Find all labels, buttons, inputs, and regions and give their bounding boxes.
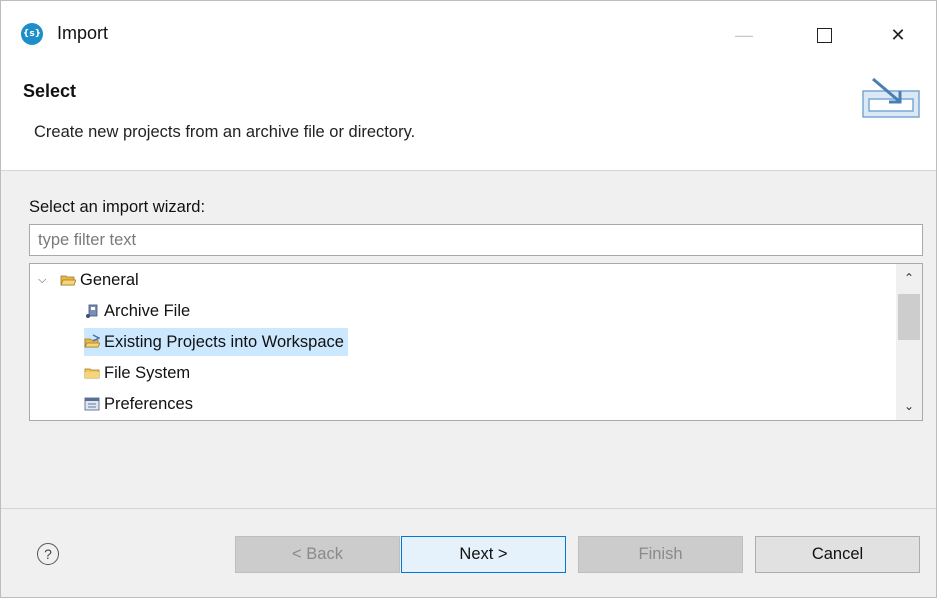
title-bar[interactable]: {s} Import — ✕ <box>1 1 936 63</box>
tree-item-label: Archive File <box>104 301 191 320</box>
maximize-icon <box>816 27 832 43</box>
close-button[interactable]: ✕ <box>875 15 921 55</box>
scroll-down-button[interactable]: ⌄ <box>896 392 922 420</box>
maximize-button[interactable] <box>801 15 847 55</box>
page-title: Select <box>23 81 77 101</box>
vertical-scrollbar[interactable]: ⌃ ⌄ <box>896 264 922 420</box>
help-button[interactable]: ? <box>37 543 59 565</box>
back-button[interactable]: < Back <box>235 536 400 573</box>
import-dialog: {s} Import — ✕ Select Create new project… <box>0 0 937 598</box>
tree-item-existing-projects[interactable]: Existing Projects into Workspace <box>84 328 348 356</box>
scroll-thumb[interactable] <box>898 294 920 340</box>
chevron-down-icon: ⌄ <box>903 399 915 413</box>
import-wizard-icon <box>862 77 920 118</box>
window-title: Import <box>57 23 109 43</box>
tree-group-label: General <box>80 270 139 289</box>
open-folder-icon <box>60 275 76 286</box>
tree-item-preferences[interactable]: Preferences <box>84 390 193 418</box>
chevron-down-icon[interactable]: ⌵ <box>38 274 52 287</box>
next-button[interactable]: Next > <box>401 536 566 573</box>
close-icon: ✕ <box>890 24 906 45</box>
tree-group-general[interactable]: ⌵ General <box>38 266 139 294</box>
page-description: Create new projects from an archive file… <box>34 123 416 141</box>
tree-item-file-system[interactable]: File System <box>84 359 190 387</box>
tree-item-label: Preferences <box>104 394 193 413</box>
minimize-icon: — <box>735 24 753 45</box>
help-icon: ? <box>44 546 52 562</box>
cancel-button[interactable]: Cancel <box>755 536 920 573</box>
tree-item-archive-file[interactable]: Archive File <box>84 297 190 325</box>
project-folder-icon <box>84 334 100 348</box>
minimize-button[interactable]: — <box>721 15 767 55</box>
preferences-icon <box>84 397 100 411</box>
dialog-footer: ? < Back Next > Finish Cancel <box>1 508 936 597</box>
wizard-selection-label: Select an import wizard: <box>29 198 206 216</box>
folder-icon <box>84 368 100 379</box>
archive-file-icon <box>86 304 98 318</box>
chevron-up-icon: ⌃ <box>903 271 915 285</box>
wizard-tree[interactable]: ⌵ General Archive File Existing Projects… <box>29 263 923 421</box>
finish-button[interactable]: Finish <box>578 536 743 573</box>
wizard-banner: Select Create new projects from an archi… <box>1 63 936 171</box>
wizard-content: Select an import wizard: ⌵ General Archi… <box>1 171 936 508</box>
scroll-up-button[interactable]: ⌃ <box>896 264 922 292</box>
filter-input[interactable] <box>29 224 923 256</box>
tree-item-label: Existing Projects into Workspace <box>104 332 344 351</box>
tree-item-label: File System <box>104 363 191 382</box>
app-logo-icon: {s} <box>21 23 43 45</box>
